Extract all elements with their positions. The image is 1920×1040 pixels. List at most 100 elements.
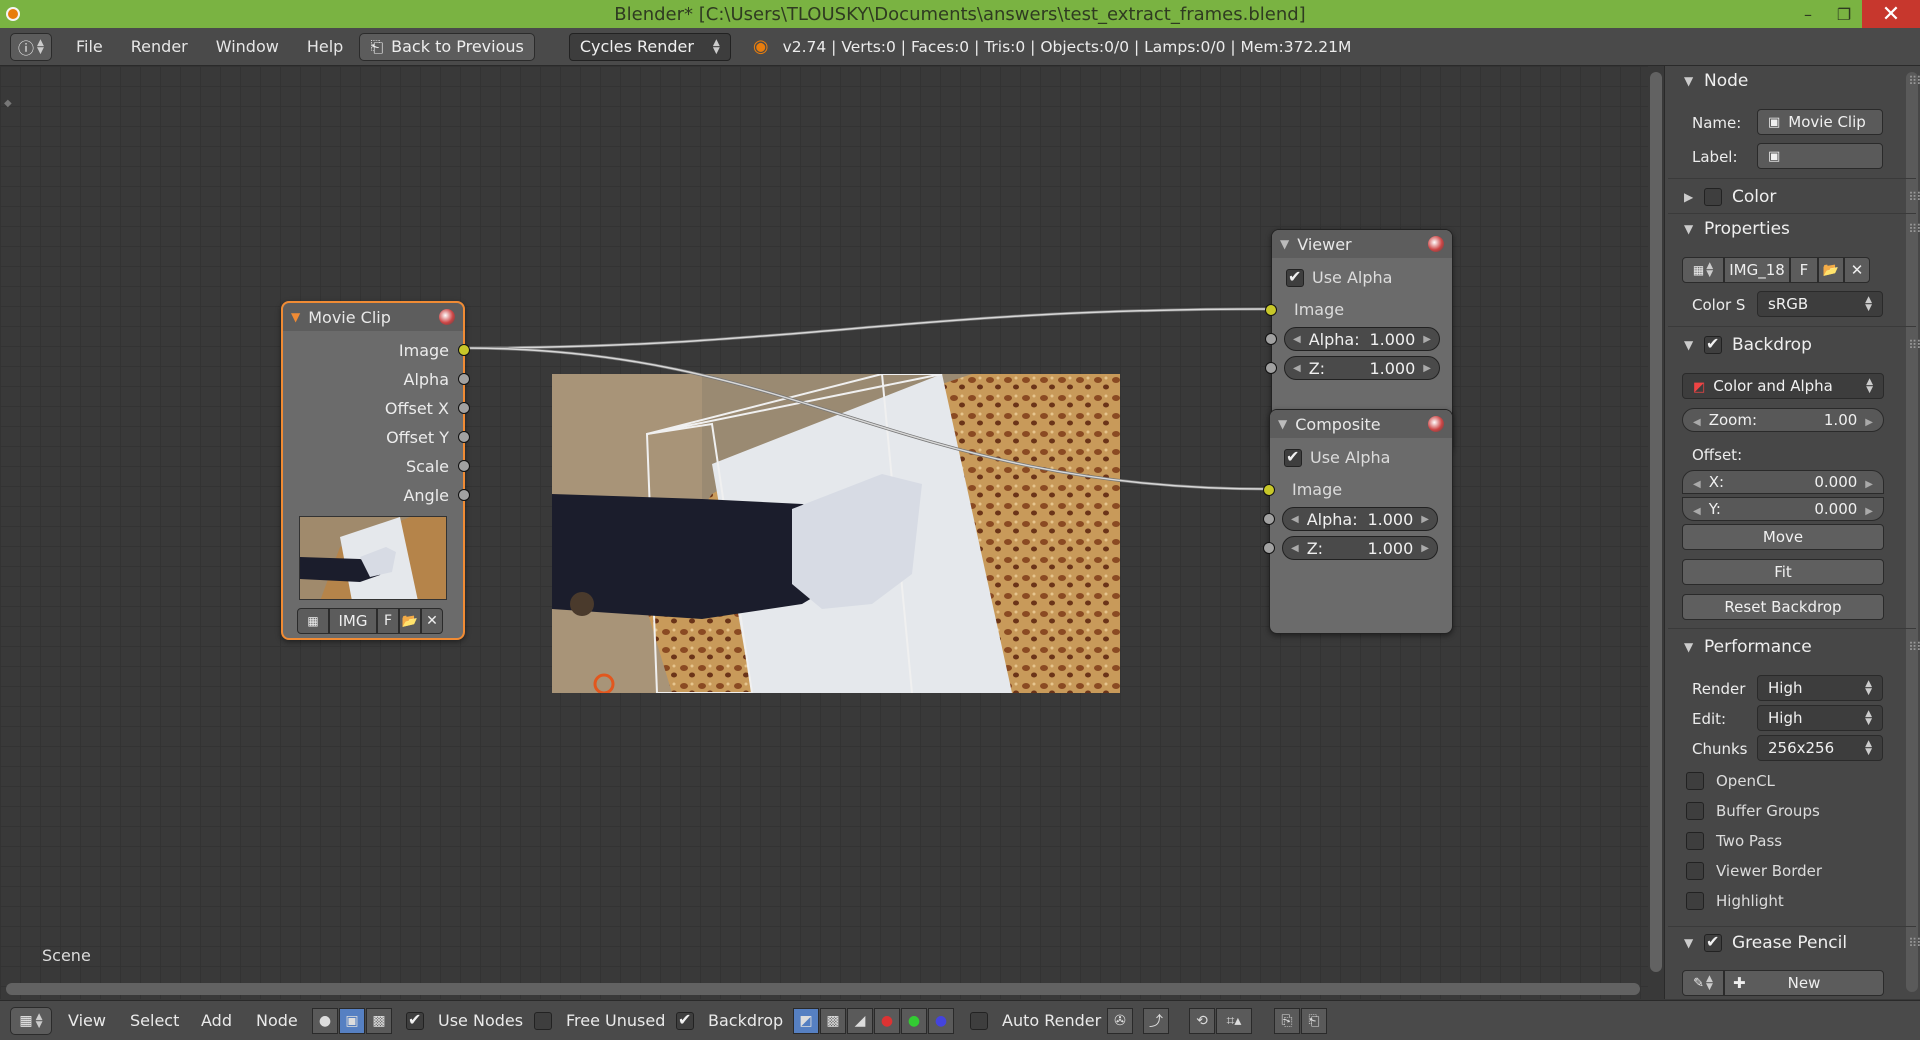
composite-alpha-field[interactable]: ◀ Alpha: 1.000 ▶ (1282, 507, 1438, 531)
output-image-socket[interactable] (458, 344, 470, 356)
backdrop-move-button[interactable]: Move (1682, 524, 1884, 550)
collapse-triangle-icon[interactable]: ▼ (1280, 237, 1289, 251)
grease-pencil-selector[interactable]: ✎ ▲ ▼ ✚ New (1682, 970, 1884, 996)
backdrop-offset-y-field[interactable]: ◀ Y: 0.000 ▶ (1682, 497, 1884, 521)
pencil-icon[interactable]: ✎ ▲ ▼ (1682, 970, 1724, 996)
panel-color-header[interactable]: ▶ Color ⠿⠿ (1684, 182, 1920, 212)
properties-clip-selector[interactable]: ▦ ▲ ▼ IMG_18 F 📂 ✕ (1682, 257, 1870, 283)
viewer-node-header[interactable]: ▼ Viewer (1272, 230, 1452, 258)
clip-selector[interactable]: ▦ IMG F 📂 ✕ (297, 608, 443, 634)
menu-select[interactable]: Select (130, 1011, 179, 1030)
clip-name-field[interactable]: IMG_18 (1724, 257, 1790, 283)
composite-z-field[interactable]: ◀ Z: 1.000 ▶ (1282, 536, 1438, 560)
input-z-socket[interactable] (1265, 362, 1277, 374)
alpha-channel-icon[interactable]: ▩ (820, 1008, 846, 1034)
backdrop-zoom-field[interactable]: ◀ Zoom: 1.00 ▶ (1682, 408, 1884, 432)
render-engine-select[interactable]: Cycles Render ▲ ▼ (568, 32, 731, 61)
menu-help[interactable]: Help (293, 37, 357, 56)
node-preview-toggle-icon[interactable] (439, 309, 455, 325)
paste-nodes-icon[interactable]: ⎗ (1301, 1008, 1327, 1034)
drag-grip-icon[interactable]: ⠿⠿ (1908, 936, 1920, 950)
two-pass-checkbox[interactable]: Two Pass (1686, 832, 1782, 850)
collapse-triangle-icon[interactable]: ▼ (291, 310, 300, 324)
highlight-checkbox[interactable]: Highlight (1686, 892, 1784, 910)
color-channel-icon[interactable]: ◢ (847, 1008, 873, 1034)
input-image-socket[interactable] (1263, 484, 1275, 496)
menu-render[interactable]: Render (117, 37, 202, 56)
copy-nodes-icon[interactable]: ⎘ (1274, 1008, 1300, 1034)
menu-file[interactable]: File (62, 37, 117, 56)
drag-grip-icon[interactable]: ⠿⠿ (1908, 190, 1920, 204)
drag-grip-icon[interactable]: ⠿⠿ (1908, 222, 1920, 236)
clip-name-field[interactable]: IMG (329, 608, 377, 634)
drag-grip-icon[interactable]: ⠿⠿ (1908, 640, 1920, 654)
output-offset-y-socket[interactable] (458, 431, 470, 443)
use-nodes-checkbox[interactable]: Use Nodes (406, 1010, 523, 1030)
output-alpha-socket[interactable] (458, 373, 470, 385)
collapse-triangle-icon[interactable]: ▼ (1278, 417, 1287, 431)
close-button[interactable]: ✕ (1862, 0, 1920, 28)
node-name-field[interactable]: ▣ Movie Clip (1757, 109, 1883, 135)
snap-toggle-icon[interactable]: ⟲ (1189, 1008, 1215, 1034)
editor-type-node-button[interactable]: ▦ ▲ ▼ (10, 1007, 52, 1035)
menu-view[interactable]: View (68, 1011, 106, 1030)
new-grease-pencil-button[interactable]: ✚ New (1724, 970, 1884, 996)
panel-node-header[interactable]: ▼ Node ⠿⠿ (1684, 66, 1920, 96)
open-clip-icon[interactable]: 📂 (1818, 257, 1844, 283)
composite-use-alpha-checkbox[interactable]: Use Alpha (1284, 447, 1390, 467)
backdrop-enable-checkbox[interactable] (1704, 334, 1722, 354)
viewer-use-alpha-checkbox[interactable]: Use Alpha (1286, 267, 1392, 287)
node-preview-toggle-icon[interactable] (1428, 416, 1444, 432)
panel-backdrop-header[interactable]: ▼ Backdrop ⠿⠿ (1684, 330, 1920, 360)
viewer-border-checkbox[interactable]: Viewer Border (1686, 862, 1822, 880)
maximize-button[interactable]: ❐ (1826, 0, 1862, 28)
node-preview-toggle-icon[interactable] (1428, 236, 1444, 252)
composite-node-header[interactable]: ▼ Composite (1270, 410, 1452, 438)
red-channel-icon[interactable]: ● (874, 1008, 900, 1034)
vertical-scrollbar[interactable] (1648, 66, 1664, 999)
clip-browse-icon[interactable]: ▦ (297, 608, 329, 634)
viewer-alpha-field[interactable]: ◀ Alpha: 1.000 ▶ (1284, 327, 1440, 351)
unlink-clip-icon[interactable]: ✕ (421, 608, 443, 634)
go-to-parent-icon[interactable]: ⤴ (1143, 1008, 1169, 1034)
output-scale-socket[interactable] (458, 460, 470, 472)
auto-render-checkbox[interactable]: Auto Render (970, 1011, 1101, 1030)
edit-quality-select[interactable]: High ▲ ▼ (1757, 705, 1883, 731)
color-alpha-channel-icon[interactable]: ◩ (793, 1008, 819, 1034)
buffer-groups-checkbox[interactable]: Buffer Groups (1686, 802, 1820, 820)
pin-icon[interactable]: ✇ (1107, 1008, 1133, 1034)
composite-node[interactable]: ▼ Composite Use Alpha Image ◀Alpha:1.000… (1263, 409, 1453, 634)
input-alpha-socket[interactable] (1263, 513, 1275, 525)
drag-grip-icon[interactable]: ⠿⠿ (1908, 74, 1920, 88)
panel-grease-pencil-header[interactable]: ▼ Grease Pencil ⠿⠿ (1684, 928, 1920, 958)
color-enable-checkbox[interactable] (1704, 188, 1722, 206)
output-offset-x-socket[interactable] (458, 402, 470, 414)
viewer-z-field[interactable]: ◀ Z: 1.000 ▶ (1284, 356, 1440, 380)
backdrop-checkbox[interactable]: Backdrop (676, 1010, 783, 1030)
input-z-socket[interactable] (1263, 542, 1275, 554)
colorspace-select[interactable]: sRGB ▲ ▼ (1757, 291, 1883, 317)
blue-channel-icon[interactable]: ● (928, 1008, 954, 1034)
input-alpha-socket[interactable] (1265, 333, 1277, 345)
horizontal-scroll-thumb[interactable] (6, 983, 1640, 995)
node-label-field[interactable]: ▣ (1757, 143, 1883, 169)
menu-add[interactable]: Add (201, 1011, 232, 1030)
editor-type-info-button[interactable]: ⓘ ▲ ▼ (10, 32, 52, 61)
texture-nodes-icon[interactable]: ▩ (366, 1008, 392, 1034)
drag-grip-icon[interactable]: ⠿⠿ (1908, 338, 1920, 352)
fake-user-toggle[interactable]: F (1790, 257, 1818, 283)
backdrop-fit-button[interactable]: Fit (1682, 559, 1884, 585)
open-clip-icon[interactable]: 📂 (399, 608, 421, 634)
compositing-nodes-icon[interactable]: ▣ (339, 1008, 365, 1034)
menu-window[interactable]: Window (202, 37, 293, 56)
horizontal-scrollbar[interactable] (0, 979, 1648, 999)
output-angle-socket[interactable] (458, 489, 470, 501)
render-quality-select[interactable]: High ▲ ▼ (1757, 675, 1883, 701)
panel-properties-header[interactable]: ▼ Properties ⠿⠿ (1684, 214, 1920, 244)
backdrop-offset-x-field[interactable]: ◀ X: 0.000 ▶ (1682, 470, 1884, 494)
snap-element-icon[interactable]: ⌗▴ (1216, 1008, 1252, 1034)
movie-clip-node-header[interactable]: ▼ Movie Clip (283, 303, 463, 331)
back-to-previous-button[interactable]: ⎗ Back to Previous (359, 32, 535, 61)
free-unused-checkbox[interactable]: Free Unused (534, 1011, 665, 1030)
reset-backdrop-button[interactable]: Reset Backdrop (1682, 594, 1884, 620)
